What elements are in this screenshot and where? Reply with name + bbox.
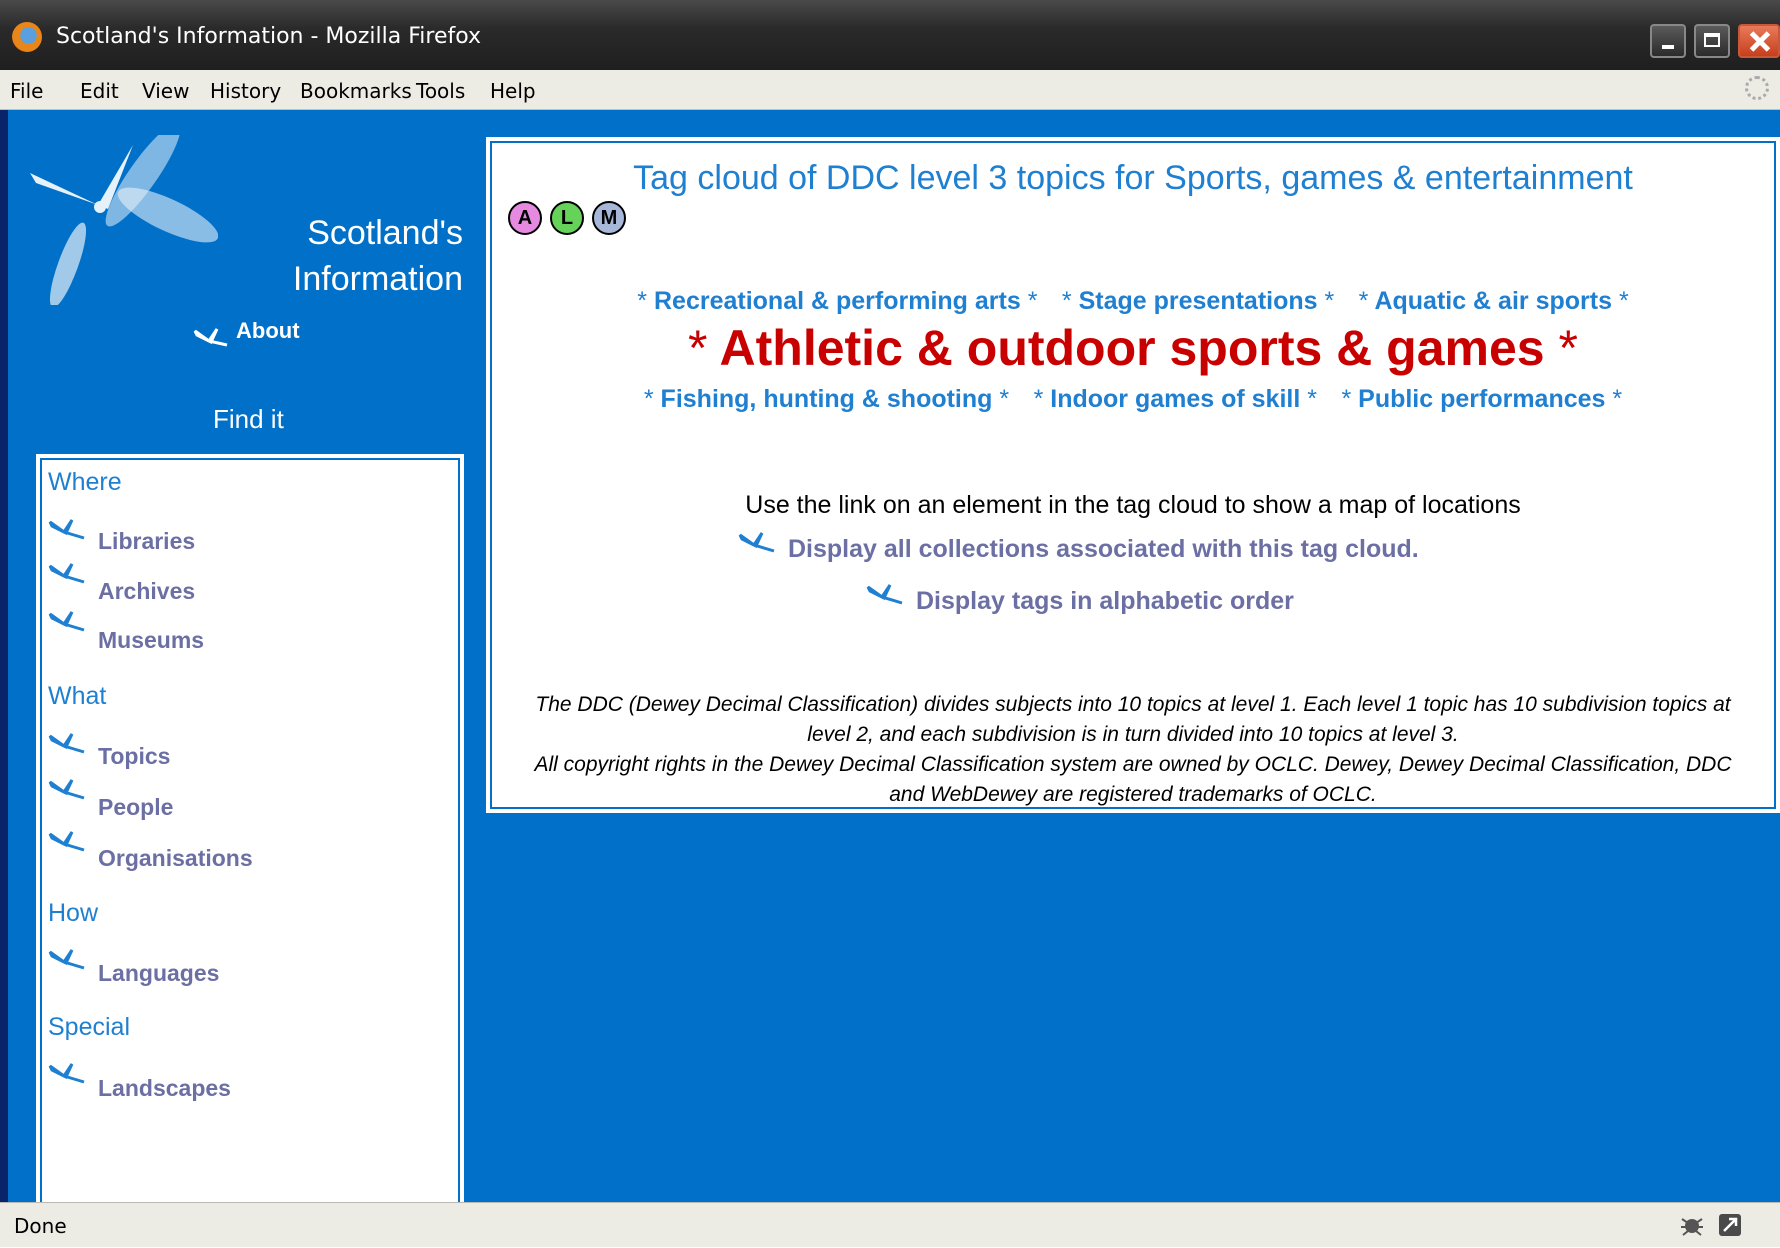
tag-star: *	[1027, 287, 1038, 315]
tag-star: *	[1324, 287, 1335, 315]
tag-fishing-hunting-shooting[interactable]: * Fishing, hunting & shooting *	[644, 385, 1009, 414]
tag-recreational-performing-arts[interactable]: * Recreational & performing arts *	[637, 287, 1037, 316]
nav-link-archives[interactable]: Archives	[98, 578, 195, 605]
map-hint-text: Use the link on an element in the tag cl…	[745, 491, 1521, 519]
dragonfly-logo-icon	[30, 135, 218, 305]
badge-l[interactable]: L	[550, 201, 584, 235]
dragonfly-icon	[48, 563, 85, 584]
badge-m[interactable]: M	[592, 201, 626, 235]
site-title-line2: Information	[292, 260, 463, 298]
tag-cloud-panel: Tag cloud of DDC level 3 topics for Spor…	[486, 137, 1780, 813]
tag-public-performances[interactable]: * Public performances *	[1341, 385, 1622, 414]
nav-heading-what: What	[48, 682, 107, 710]
nav-link-topics[interactable]: Topics	[98, 743, 170, 770]
tag-cloud-title: Tag cloud of DDC level 3 topics for Spor…	[633, 159, 1633, 197]
tag-label: Stage presentations	[1078, 287, 1318, 315]
nav-heading-special: Special	[48, 1013, 130, 1041]
dragonfly-icon	[866, 584, 903, 605]
tag-star: *	[688, 320, 708, 376]
dragonfly-icon	[48, 949, 85, 970]
dragonfly-icon	[48, 831, 85, 852]
tag-row-1: * Recreational & performing arts * * Sta…	[488, 287, 1778, 316]
maximize-button[interactable]	[1694, 24, 1730, 58]
about-link[interactable]: About	[236, 318, 300, 344]
tag-aquatic-air-sports[interactable]: * Aquatic & air sports *	[1359, 287, 1629, 316]
tag-label: Athletic & outdoor sports & games	[719, 320, 1545, 376]
nav-heading-how: How	[48, 899, 99, 927]
nav-link-languages[interactable]: Languages	[98, 960, 219, 987]
tag-stage-presentations[interactable]: * Stage presentations *	[1062, 287, 1334, 316]
menu-edit[interactable]: Edit	[80, 79, 119, 103]
status-text: Done	[14, 1214, 67, 1238]
tag-row-3: * Fishing, hunting & shooting * * Indoor…	[488, 385, 1778, 414]
minimize-button[interactable]	[1650, 24, 1686, 58]
nav-link-museums[interactable]: Museums	[98, 627, 204, 654]
loading-throbber-icon	[1745, 76, 1769, 100]
dragonfly-icon	[48, 733, 85, 754]
addon-icon[interactable]	[1716, 1211, 1744, 1239]
dragonfly-icon	[48, 1063, 85, 1084]
tag-star: *	[999, 385, 1010, 413]
tag-indoor-games-skill[interactable]: * Indoor games of skill *	[1034, 385, 1317, 414]
firefox-icon	[12, 22, 42, 52]
nav-link-libraries[interactable]: Libraries	[98, 528, 195, 555]
tag-star: *	[643, 385, 654, 413]
browser-window: Scotland's Information - Mozilla Firefox…	[0, 0, 1780, 1248]
tag-star: *	[1307, 385, 1317, 413]
menu-bookmarks[interactable]: Bookmarks	[300, 79, 412, 103]
tag-athletic-outdoor-sports[interactable]: * Athletic & outdoor sports & games *	[688, 319, 1578, 377]
tag-star: *	[1033, 385, 1044, 413]
dragonfly-icon	[48, 611, 85, 632]
dragonfly-icon	[48, 779, 85, 800]
nav-link-landscapes[interactable]: Landscapes	[98, 1075, 231, 1102]
nav-panel: Where Libraries Archives Museums What To…	[36, 454, 464, 1248]
badge-a[interactable]: A	[508, 201, 542, 235]
menu-bar: File Edit View History Bookmarks Tools H…	[0, 70, 1780, 110]
menu-help[interactable]: Help	[490, 79, 536, 103]
menu-view[interactable]: View	[142, 79, 189, 103]
tag-star: *	[1558, 320, 1578, 376]
page-content: Scotland's Information About Find it Whe…	[8, 110, 1780, 1248]
ddc-copyright-paragraph: All copyright rights in the Dewey Decima…	[534, 753, 1732, 806]
menu-history[interactable]: History	[210, 79, 281, 103]
tag-star: *	[1618, 287, 1629, 315]
tag-row-2: * Athletic & outdoor sports & games *	[488, 319, 1778, 377]
tag-label: Recreational & performing arts	[653, 287, 1021, 315]
display-all-collections-link[interactable]: Display all collections associated with …	[788, 535, 1419, 564]
dragonfly-icon	[193, 328, 228, 347]
find-it-heading: Find it	[213, 404, 284, 434]
nav-heading-where: Where	[48, 468, 122, 496]
site-title[interactable]: Scotland's Information	[233, 210, 463, 302]
title-bar: Scotland's Information - Mozilla Firefox	[0, 0, 1780, 70]
tag-star: *	[1061, 287, 1072, 315]
site-title-line1: Scotland's	[307, 214, 463, 252]
dragonfly-icon	[738, 532, 775, 553]
menu-tools[interactable]: Tools	[416, 79, 465, 103]
nav-link-people[interactable]: People	[98, 794, 173, 821]
close-button[interactable]	[1738, 24, 1780, 58]
tag-star: *	[1341, 385, 1352, 413]
tag-label: Fishing, hunting & shooting	[660, 385, 993, 413]
menu-file[interactable]: File	[10, 79, 43, 103]
display-alphabetic-link[interactable]: Display tags in alphabetic order	[916, 587, 1294, 616]
tag-label: Aquatic & air sports	[1374, 287, 1612, 315]
tag-star: *	[1358, 287, 1369, 315]
tag-label: Public performances	[1358, 385, 1606, 413]
window-title: Scotland's Information - Mozilla Firefox	[56, 24, 482, 49]
tag-label: Indoor games of skill	[1050, 385, 1301, 413]
dragonfly-icon	[48, 519, 85, 540]
tag-star: *	[1612, 385, 1623, 413]
tag-star: *	[637, 287, 648, 315]
ddc-note: The DDC (Dewey Decimal Classification) d…	[528, 690, 1738, 810]
status-bar: Done	[0, 1202, 1780, 1247]
ddc-note-paragraph: The DDC (Dewey Decimal Classification) d…	[535, 693, 1731, 746]
bug-icon[interactable]	[1678, 1211, 1706, 1239]
nav-link-organisations[interactable]: Organisations	[98, 845, 253, 872]
